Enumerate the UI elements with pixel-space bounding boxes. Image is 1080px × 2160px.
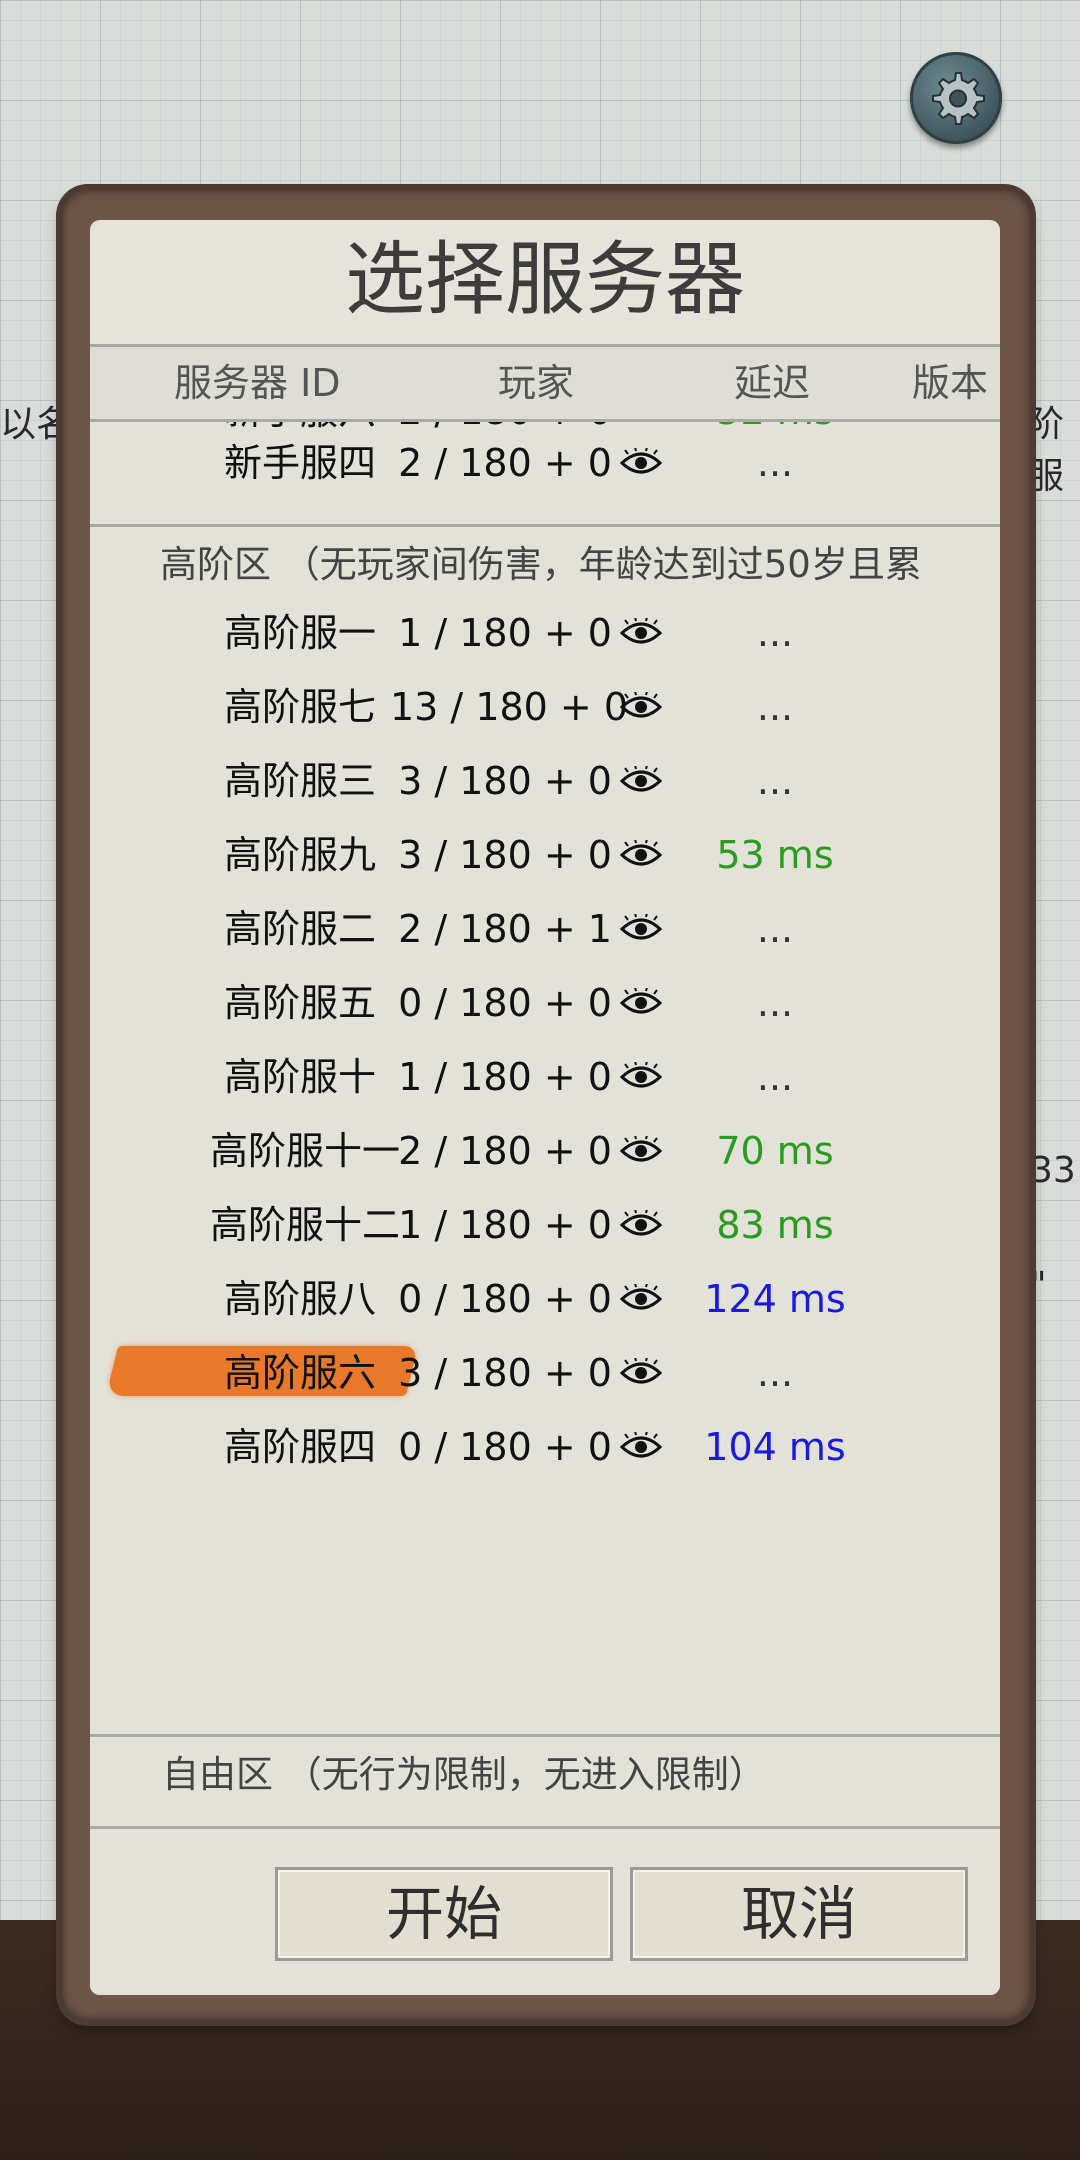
- server-name: 高阶服六: [223, 1351, 376, 1395]
- eye-icon[interactable]: [620, 1358, 662, 1388]
- section-divider: [90, 1734, 1000, 1737]
- server-ping: 104 ms: [704, 1425, 846, 1469]
- server-players: 2 / 180 + 1: [398, 907, 612, 951]
- dialog-footer: 开始 取消: [90, 1826, 1000, 1995]
- server-ping: ...: [756, 759, 794, 803]
- background-text-right-mid: 33: [1030, 1150, 1076, 1191]
- server-row[interactable]: 高阶服十二 1 / 180 + 0 83 ms: [90, 1188, 1000, 1262]
- server-name: 新手服四: [223, 441, 376, 485]
- server-name: 高阶服四: [223, 1425, 376, 1469]
- server-row[interactable]: 高阶服四 0 / 180 + 0 104 ms: [90, 1410, 1000, 1484]
- server-name: 高阶服五: [223, 981, 376, 1025]
- server-select-dialog: 选择服务器 服务器 ID 玩家 延迟 版本 新手服六 2 / 180 + 0 5…: [90, 220, 1000, 1995]
- server-row-selected[interactable]: 高阶服六 3 / 180 + 0...: [90, 1336, 1000, 1410]
- server-name: 高阶服十: [223, 1055, 376, 1099]
- server-row[interactable]: 新手服四 2 / 180 + 0 ...: [90, 426, 1000, 500]
- eye-icon[interactable]: [620, 914, 662, 944]
- server-ping: 124 ms: [704, 1277, 846, 1321]
- server-players: 0 / 180 + 0: [398, 1425, 612, 1469]
- column-version: 版本: [912, 361, 989, 405]
- eye-icon[interactable]: [620, 1062, 662, 1092]
- server-players: 3 / 180 + 0: [398, 1351, 612, 1395]
- server-name: 高阶服九: [223, 833, 376, 877]
- section-advanced: 高阶区 （无玩家间伤害，年龄达到过50岁且累: [160, 543, 922, 586]
- column-server-id: 服务器 ID: [174, 361, 341, 405]
- server-players: 0 / 180 + 0: [398, 1277, 612, 1321]
- settings-button[interactable]: [910, 52, 1002, 144]
- gear-icon: [932, 72, 985, 125]
- server-name: 高阶服十一: [210, 1129, 401, 1173]
- server-list[interactable]: 新手服六 2 / 180 + 0 52 ms 新手服四 2 / 180 + 0 …: [90, 416, 1000, 1995]
- eye-icon[interactable]: [620, 766, 662, 796]
- server-ping: ...: [756, 611, 794, 655]
- eye-icon[interactable]: [620, 840, 662, 870]
- eye-icon[interactable]: [620, 1136, 662, 1166]
- server-players: 0 / 180 + 0: [398, 981, 612, 1025]
- server-ping: 70 ms: [716, 1129, 834, 1173]
- eye-icon[interactable]: [620, 1210, 662, 1240]
- server-players: 3 / 180 + 0: [398, 759, 612, 803]
- cancel-button[interactable]: 取消: [630, 1867, 968, 1961]
- background-text-right-top: 阶服: [1028, 404, 1065, 497]
- eye-icon[interactable]: [620, 1284, 662, 1314]
- column-header: 服务器 ID 玩家 延迟 版本: [90, 344, 1000, 422]
- server-players: 2 / 180 + 0: [398, 441, 612, 485]
- eye-icon[interactable]: [620, 1432, 662, 1462]
- server-row[interactable]: 高阶服三 3 / 180 + 0...: [90, 744, 1000, 818]
- server-row[interactable]: 高阶服十一 2 / 180 + 0 70 ms: [90, 1114, 1000, 1188]
- server-name: 高阶服二: [223, 907, 376, 951]
- server-row[interactable]: 高阶服五 0 / 180 + 0...: [90, 966, 1000, 1040]
- section-free: 自由区 （无行为限制，无进入限制）: [162, 1753, 766, 1796]
- server-row[interactable]: 高阶服十 1 / 180 + 0...: [90, 1040, 1000, 1114]
- server-name: 高阶服七: [223, 685, 376, 729]
- server-ping: ...: [756, 981, 794, 1025]
- eye-icon[interactable]: [620, 692, 662, 722]
- server-players: 13 / 180 + 0: [390, 685, 629, 729]
- server-players: 3 / 180 + 0: [398, 833, 612, 877]
- server-ping: 83 ms: [716, 1203, 834, 1247]
- server-row[interactable]: 高阶服九 3 / 180 + 0 53 ms: [90, 818, 1000, 892]
- server-ping: ...: [756, 1351, 794, 1395]
- server-ping: ...: [756, 907, 794, 951]
- server-name: 高阶服十二: [210, 1203, 401, 1247]
- column-players: 玩家: [498, 361, 575, 405]
- server-players: 1 / 180 + 0: [398, 611, 612, 655]
- eye-icon[interactable]: [620, 448, 662, 478]
- server-name: 高阶服八: [223, 1277, 376, 1321]
- server-row[interactable]: 高阶服二 2 / 180 + 1...: [90, 892, 1000, 966]
- server-players: 2 / 180 + 0: [398, 1129, 612, 1173]
- start-button[interactable]: 开始: [275, 1867, 613, 1961]
- eye-icon[interactable]: [620, 988, 662, 1018]
- server-ping: ...: [756, 1055, 794, 1099]
- section-divider: [90, 524, 1000, 527]
- server-ping: ...: [756, 441, 794, 485]
- dialog-title: 选择服务器: [345, 233, 745, 326]
- server-row[interactable]: 高阶服八 0 / 180 + 0 124 ms: [90, 1262, 1000, 1336]
- eye-icon[interactable]: [620, 618, 662, 648]
- server-players: 1 / 180 + 0: [398, 1055, 612, 1099]
- column-ping: 延迟: [734, 361, 811, 405]
- server-ping: ...: [756, 685, 794, 729]
- server-row[interactable]: 高阶服一 1 / 180 + 0...: [90, 596, 1000, 670]
- server-row[interactable]: 高阶服七 13 / 180 + 0...: [90, 670, 1000, 744]
- server-name: 高阶服一: [223, 611, 376, 655]
- background-text-right-quote: ": [1030, 1265, 1047, 1306]
- server-ping: 53 ms: [716, 833, 834, 877]
- server-name: 高阶服三: [223, 759, 376, 803]
- server-players: 1 / 180 + 0: [398, 1203, 612, 1247]
